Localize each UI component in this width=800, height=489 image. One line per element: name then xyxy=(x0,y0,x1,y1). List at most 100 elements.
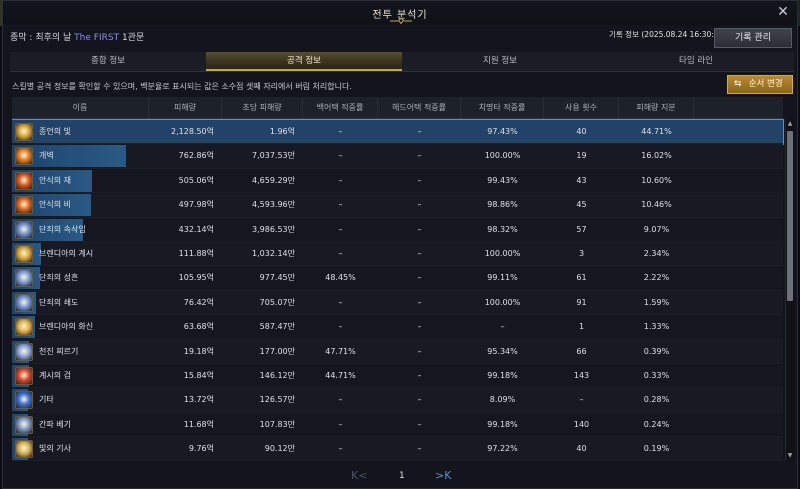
skill-name-label: 안식의 재 xyxy=(39,175,71,185)
cell-dps: 107.83만 xyxy=(259,419,295,429)
tab-support-info[interactable]: 지원 정보 xyxy=(402,52,598,71)
swap-icon: ⇆ xyxy=(734,79,742,89)
scroll-down-icon[interactable]: ▼ xyxy=(786,452,794,460)
cell-use-count: 40 xyxy=(576,127,587,136)
cell-damage-share: 10.60% xyxy=(641,175,672,185)
table-row[interactable]: 안식의 비 497.98억 4,593.96만 – – 98.86% 45 10.46% xyxy=(12,193,783,218)
cell-skill-name: 단죄의 속삭임 xyxy=(12,218,149,241)
cell-skill-name: 개벽 xyxy=(12,144,149,167)
tab-timeline[interactable]: 타임 라인 xyxy=(598,52,794,71)
cell-damage-share: 1.59% xyxy=(643,297,670,307)
cell-dps: 1,032.14만 xyxy=(252,248,295,258)
cell-use-count: 57 xyxy=(576,224,587,234)
etc-icon xyxy=(15,391,33,410)
cell-damage: 19.18억 xyxy=(183,346,214,356)
table-row[interactable]: 단죄의 쇄도 76.42억 705.07만 – – 100.00% 91 1.59% xyxy=(12,290,783,316)
scroll-up-icon[interactable]: ▲ xyxy=(786,120,794,128)
table-row[interactable]: 개벽 762.86억 7,037.53만 – – 100.00% 19 16.02% xyxy=(12,144,783,169)
header-name[interactable]: 이름 xyxy=(12,97,149,118)
table-row[interactable]: 브렌디아의 화신 63.68억 587.47만 – – – 1 1.33% xyxy=(12,315,783,340)
tab-overview[interactable]: 종합 정보 xyxy=(10,52,206,71)
header-dps[interactable]: 초당 피해량 xyxy=(222,97,303,118)
header-head-attack[interactable]: 헤드어택 적중률 xyxy=(378,97,461,118)
skill-name-label: 종언의 빛 xyxy=(39,127,71,136)
record-timestamp: 기록 정보 (2025.08.24 16:30:55) xyxy=(609,30,727,39)
cell-damage: 63.68억 xyxy=(183,322,214,332)
header-damage[interactable]: 피해량 xyxy=(149,97,222,118)
scroll-thumb[interactable] xyxy=(787,131,793,301)
cell-damage: 9.76억 xyxy=(188,444,214,454)
cell-damage: 111.88억 xyxy=(178,248,214,258)
cell-damage-share: 0.28% xyxy=(643,395,670,405)
window-titlebar[interactable]: 전투 분석기 ✕ xyxy=(3,1,797,25)
table-scrollbar[interactable]: ▲ ▼ xyxy=(785,119,794,461)
skill-name-label: 천진 찌르기 xyxy=(39,346,79,356)
cell-skill-name: 단죄의 쇄도 xyxy=(12,291,149,314)
cell-damage: 2,128.50억 xyxy=(171,127,214,136)
cell-skill-name: 간파 베기 xyxy=(12,413,149,436)
header-back-attack[interactable]: 백어택 적중률 xyxy=(303,97,378,118)
stage-name: 종막 : 최후의 날 The FIRST 1관문 xyxy=(10,30,144,43)
cell-damage-share: 2.22% xyxy=(643,273,670,283)
cell-head-attack: – xyxy=(417,175,422,185)
cell-dps: 126.57만 xyxy=(259,395,295,405)
header-crit-rate[interactable]: 치명타 적중률 xyxy=(461,97,544,118)
table-row[interactable]: 간파 베기 11.68억 107.83만 – – 99.18% 140 0.24% xyxy=(12,412,783,438)
cell-head-attack: – xyxy=(417,200,422,210)
cell-head-attack: – xyxy=(417,224,422,234)
cell-head-attack: – xyxy=(417,346,422,356)
prev-page-icon[interactable]: K< xyxy=(351,469,367,482)
cell-head-attack: – xyxy=(417,444,422,454)
dawn-icon xyxy=(15,147,33,166)
cell-use-count: 40 xyxy=(576,444,587,454)
table-body: 종언의 빛 2,128.50억 1.96억 – – 97.43% 40 44.71% 개벽 762… xyxy=(12,118,784,461)
cell-head-attack: – xyxy=(417,419,422,429)
cell-use-count: 1 xyxy=(578,322,585,332)
table-row[interactable]: 빛의 기사 9.76억 90.12만 – – 97.22% 40 0.19% xyxy=(12,437,783,461)
tab-attack-info[interactable]: 공격 정보 xyxy=(206,52,402,71)
table-row[interactable]: 브렌디아의 계시 111.88억 1,032.14만 – – 100.00% 3 2.34% xyxy=(12,241,783,267)
cell-crit-rate: 99.43% xyxy=(487,175,518,185)
table-row[interactable]: 단죄의 성흔 105.95억 977.45만 48.45% – 99.11% 61 2.22% xyxy=(12,266,783,291)
cell-dps: 705.07만 xyxy=(259,297,295,307)
cell-head-attack: – xyxy=(417,248,422,258)
close-icon[interactable]: ✕ xyxy=(775,4,791,20)
cell-back-attack: 47.71% xyxy=(325,346,356,356)
cell-damage-share: 0.19% xyxy=(643,444,670,454)
skill-name-label: 브렌디아의 계시 xyxy=(39,248,94,258)
revelation-icon xyxy=(15,244,33,263)
cell-dps: 4,659.29만 xyxy=(252,175,295,185)
ash-icon xyxy=(15,171,33,190)
cell-skill-name: 안식의 재 xyxy=(12,169,149,192)
cell-damage: 76.42억 xyxy=(183,297,214,307)
light-icon xyxy=(15,123,33,141)
cell-skill-name: 기타 xyxy=(12,388,149,411)
cell-head-attack: – xyxy=(417,273,422,283)
header-use-count[interactable]: 사용 횟수 xyxy=(544,97,619,118)
cell-head-attack: – xyxy=(417,322,422,332)
order-change-label: 순서 변경 xyxy=(748,79,783,89)
header-damage-share[interactable]: 피해량 지분 xyxy=(619,97,694,118)
cell-damage-share: 9.07% xyxy=(643,224,670,234)
skill-name-label: 브렌디아의 화신 xyxy=(39,322,94,332)
combat-analyzer-window: 전투 분석기 ✕ 종막 : 최후의 날 The FIRST 1관문 기록 정보 … xyxy=(2,0,798,489)
table-row[interactable]: 단죄의 속삭임 432.14억 3,986.53만 – – 98.32% 57 9.07% xyxy=(12,217,783,242)
cell-damage-share: 0.24% xyxy=(643,419,670,429)
cell-dps: 90.12만 xyxy=(264,444,295,454)
title-ornament-icon xyxy=(390,18,412,24)
cell-damage: 105.95억 xyxy=(178,273,214,283)
table-row[interactable]: 안식의 재 505.06억 4,659.29만 – – 99.43% 43 10.60% xyxy=(12,168,783,194)
cell-dps: 4,593.96만 xyxy=(252,200,295,210)
table-row[interactable]: 종언의 빛 2,128.50억 1.96억 – – 97.43% 40 44.71% xyxy=(12,118,784,146)
record-manage-button[interactable]: 기록 관리 xyxy=(714,28,792,48)
table-row[interactable]: 기타 13.72억 126.57만 – – 8.09% – 0.28% xyxy=(12,388,783,413)
next-page-icon[interactable]: >K xyxy=(435,469,451,482)
knight-icon xyxy=(15,440,33,459)
table-row[interactable]: 천진 찌르기 19.18억 177.00만 47.71% – 95.34% 66 0.39% xyxy=(12,339,783,364)
cell-damage: 13.72억 xyxy=(183,395,214,405)
cell-dps: 177.00만 xyxy=(259,346,295,356)
table-row[interactable]: 계시의 검 15.84억 146.12만 44.71% – 99.18% 143 0.33% xyxy=(12,363,783,389)
order-change-button[interactable]: ⇆ 순서 변경 xyxy=(727,75,793,94)
cell-back-attack: – xyxy=(338,322,343,332)
cell-damage-share: 44.71% xyxy=(641,127,672,136)
